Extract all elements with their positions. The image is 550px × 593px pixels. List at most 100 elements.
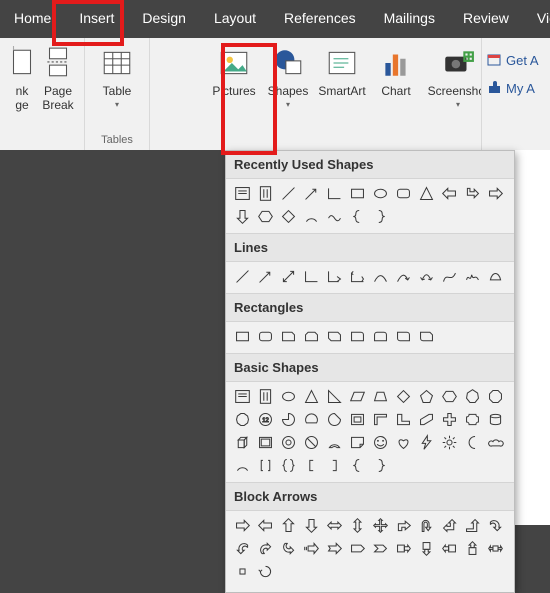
- shape-plus[interactable]: [439, 409, 460, 430]
- shape-octagon[interactable]: [485, 386, 506, 407]
- shape-curve-double[interactable]: [416, 266, 437, 287]
- shape-block-arc[interactable]: [324, 432, 345, 453]
- shape-left-right-arrow[interactable]: [324, 515, 345, 536]
- tab-insert[interactable]: Insert: [65, 0, 128, 38]
- shape-quad-arrow[interactable]: [370, 515, 391, 536]
- shape-right-triangle[interactable]: [324, 386, 345, 407]
- shape-wave[interactable]: [324, 206, 345, 227]
- shape-sun[interactable]: [439, 432, 460, 453]
- shape-round-same[interactable]: [370, 326, 391, 347]
- shape-lightning[interactable]: [416, 432, 437, 453]
- my-addins-button[interactable]: My A: [486, 74, 546, 102]
- shape-trapezoid[interactable]: [370, 386, 391, 407]
- shape-curved-left-arrow[interactable]: [232, 538, 253, 559]
- shape-striped-right-arrow[interactable]: [301, 538, 322, 559]
- shape-cloud[interactable]: [485, 432, 506, 453]
- shape-round-diag[interactable]: [393, 326, 414, 347]
- shape-heart[interactable]: [393, 432, 414, 453]
- shape-teardrop[interactable]: [324, 409, 345, 430]
- shape-arc2[interactable]: [232, 455, 253, 476]
- shape-bracket-right[interactable]: [324, 455, 345, 476]
- shape-rect[interactable]: [232, 326, 253, 347]
- shape-freeform-closed[interactable]: [485, 266, 506, 287]
- shape-down-arrow[interactable]: [232, 206, 253, 227]
- shape-text-box[interactable]: [232, 386, 253, 407]
- shape-curve-arrow[interactable]: [393, 266, 414, 287]
- shape-right-arrow[interactable]: [232, 515, 253, 536]
- shape-left-arrow[interactable]: [255, 515, 276, 536]
- shape-double-brace[interactable]: [278, 455, 299, 476]
- shape-folded-corner[interactable]: [347, 432, 368, 453]
- shape-double-arrow[interactable]: [278, 266, 299, 287]
- shape-curve[interactable]: [370, 266, 391, 287]
- shape-circular-arrow[interactable]: [255, 561, 276, 582]
- tab-view[interactable]: Vie: [523, 0, 550, 38]
- shape-up-callout[interactable]: [462, 538, 483, 559]
- shape-l-arrow[interactable]: [439, 183, 460, 204]
- shape-curved-down-arrow[interactable]: [278, 538, 299, 559]
- shape-parallelogram[interactable]: [347, 386, 368, 407]
- shape-curved-up-arrow[interactable]: [255, 538, 276, 559]
- shape-snip-round[interactable]: [416, 326, 437, 347]
- shape-brace-right[interactable]: [370, 206, 391, 227]
- shape-frame[interactable]: [347, 409, 368, 430]
- shape-snip-diag[interactable]: [324, 326, 345, 347]
- shape-oval[interactable]: [370, 183, 391, 204]
- shape-left-callout[interactable]: [439, 538, 460, 559]
- table-button[interactable]: Table ▾: [90, 42, 144, 132]
- shape-line-arrow[interactable]: [255, 266, 276, 287]
- blank-page-button[interactable]: nk ge: [6, 42, 38, 144]
- shape-plaque[interactable]: [462, 409, 483, 430]
- shape-brace-left[interactable]: [347, 206, 368, 227]
- shape-freeform[interactable]: [439, 266, 460, 287]
- shape-up-arrow[interactable]: [278, 515, 299, 536]
- shape-dodecagon[interactable]: 12: [255, 409, 276, 430]
- shape-bracket-left[interactable]: [301, 455, 322, 476]
- shape-notched-right-arrow[interactable]: [324, 538, 345, 559]
- shape-triangle[interactable]: [416, 183, 437, 204]
- shape-cube[interactable]: [232, 432, 253, 453]
- shape-right-arrow[interactable]: [485, 183, 506, 204]
- shape-l-shape[interactable]: [393, 409, 414, 430]
- shape-elbow[interactable]: [301, 266, 322, 287]
- shape-half-frame[interactable]: [370, 409, 391, 430]
- pictures-button[interactable]: Pictures: [207, 42, 261, 144]
- shape-chevron[interactable]: [370, 538, 391, 559]
- shape-brace-left[interactable]: [347, 455, 368, 476]
- tab-mailings[interactable]: Mailings: [370, 0, 449, 38]
- shape-smiley[interactable]: [370, 432, 391, 453]
- shape-snip-single[interactable]: [278, 326, 299, 347]
- shape-rounded-rect[interactable]: [393, 183, 414, 204]
- shape-text-box[interactable]: [232, 183, 253, 204]
- shape-up-down-arrow[interactable]: [347, 515, 368, 536]
- shape-diamond[interactable]: [393, 386, 414, 407]
- shape-vert-text-box[interactable]: [255, 183, 276, 204]
- shape-triangle[interactable]: [301, 386, 322, 407]
- shape-rect[interactable]: [347, 183, 368, 204]
- shape-scribble[interactable]: [462, 266, 483, 287]
- shape-vert-text-box[interactable]: [255, 386, 276, 407]
- tab-review[interactable]: Review: [449, 0, 523, 38]
- shape-down-arrow[interactable]: [301, 515, 322, 536]
- page-break-button[interactable]: Page Break: [38, 42, 78, 144]
- chart-button[interactable]: Chart: [369, 42, 423, 144]
- smartart-button[interactable]: SmartArt: [315, 42, 369, 144]
- shape-diag-stripe[interactable]: [416, 409, 437, 430]
- shapes-button[interactable]: Shapes ▾: [261, 42, 315, 144]
- shape-rounded-rect[interactable]: [255, 326, 276, 347]
- shape-double-bracket[interactable]: [255, 455, 276, 476]
- shape-flow-decision[interactable]: [278, 206, 299, 227]
- shape-uturn-arrow[interactable]: [416, 515, 437, 536]
- shape-line[interactable]: [278, 183, 299, 204]
- shape-arc[interactable]: [301, 206, 322, 227]
- shape-oval[interactable]: [278, 386, 299, 407]
- shape-snip-same[interactable]: [301, 326, 322, 347]
- shape-pie[interactable]: [278, 409, 299, 430]
- shape-hexagon[interactable]: [439, 386, 460, 407]
- shape-curved-right-arrow[interactable]: [485, 515, 506, 536]
- shape-lr-callout[interactable]: [485, 538, 506, 559]
- shape-line[interactable]: [232, 266, 253, 287]
- shape-chord[interactable]: [301, 409, 322, 430]
- shape-quad-callout[interactable]: [232, 561, 253, 582]
- shape-no-symbol[interactable]: [301, 432, 322, 453]
